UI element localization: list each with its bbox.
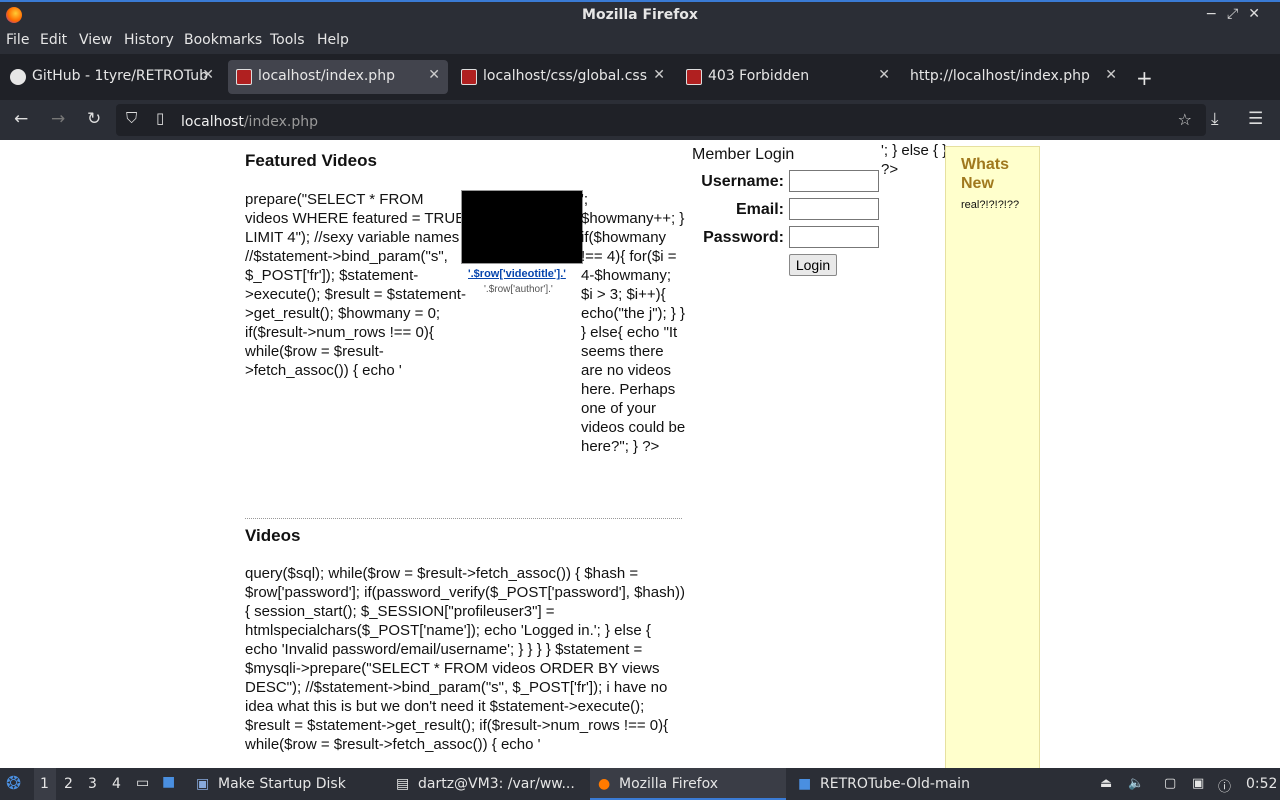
taskbar: ❂ 1 2 3 4 ▭ ■ ▣ Make Startup Disk ▤ dart… xyxy=(0,768,1280,800)
tab-label: localhost/css/global.css xyxy=(483,68,647,84)
menu-file[interactable]: File xyxy=(6,32,29,48)
menu-edit[interactable]: Edit xyxy=(40,32,67,48)
retrotube-icon xyxy=(461,69,477,85)
close-icon[interactable]: ✕ xyxy=(1105,67,1117,83)
reload-icon[interactable]: ↻ xyxy=(87,109,101,129)
workspace-2[interactable]: 2 xyxy=(64,776,73,792)
else-code: '; } else { } ?> xyxy=(881,142,948,178)
video-thumbnail[interactable] xyxy=(461,190,583,264)
navigation-toolbar: ← → ↻ ⛉ ▯ localhost/index.php ☆ ⤓ ☰ xyxy=(0,100,1280,140)
terminal-icon: ▤ xyxy=(396,776,410,792)
password-label: Password: xyxy=(703,229,784,246)
tab-strip: GitHub - 1tyre/RETROTub ✕ localhost/inde… xyxy=(0,54,1280,100)
videos-code: query($sql); while($row = $result->fetch… xyxy=(245,565,685,753)
github-icon xyxy=(10,69,26,85)
workspace-4[interactable]: 4 xyxy=(112,776,121,792)
videos-heading: Videos xyxy=(245,526,301,545)
back-icon[interactable]: ← xyxy=(14,109,28,129)
forward-icon[interactable]: → xyxy=(51,109,65,129)
tab-http-index[interactable]: http://localhost/index.php ✕ xyxy=(880,60,1125,94)
username-label: Username: xyxy=(701,173,784,190)
folder-icon: ■ xyxy=(798,776,812,792)
retrotube-icon xyxy=(686,69,702,85)
taskbar-item-folder[interactable]: RETROTube-Old-main xyxy=(820,776,970,792)
window-controls[interactable]: −⤢✕ xyxy=(1205,6,1270,22)
tab-global-css[interactable]: localhost/css/global.css ✕ xyxy=(453,60,673,94)
username-field[interactable] xyxy=(789,170,879,192)
workspace-1[interactable]: 1 xyxy=(34,768,56,800)
window-title: Mozilla Firefox xyxy=(582,7,698,23)
clock: 0:52 xyxy=(1246,776,1278,792)
file-manager-icon[interactable]: ▭ xyxy=(136,775,149,791)
workspace-3[interactable]: 3 xyxy=(88,776,97,792)
bookmark-star-icon[interactable]: ☆ xyxy=(1178,110,1192,129)
close-icon[interactable]: ✕ xyxy=(653,67,665,83)
hamburger-menu-icon[interactable]: ☰ xyxy=(1248,109,1263,129)
whats-new-panel: Whats New real?!?!?!?? xyxy=(945,146,1040,768)
notification-icon[interactable]: ⓘ xyxy=(1218,776,1231,795)
menu-bookmarks[interactable]: Bookmarks xyxy=(184,32,262,48)
startup-disk-icon: ▣ xyxy=(196,776,210,792)
news-title: Whats New xyxy=(961,156,1009,192)
firefox-icon: ● xyxy=(598,776,611,792)
video-title-link[interactable]: '.$row['videotitle'].' xyxy=(468,268,566,280)
menu-history[interactable]: History xyxy=(124,32,174,48)
new-tab-button[interactable]: + xyxy=(1136,66,1153,90)
page-icon[interactable]: ▯ xyxy=(156,109,164,127)
tab-label: 403 Forbidden xyxy=(708,68,810,84)
login-button[interactable]: Login xyxy=(789,254,837,276)
url-text[interactable]: localhost/index.php xyxy=(181,114,318,130)
close-icon[interactable]: ✕ xyxy=(428,67,440,83)
retrotube-icon xyxy=(236,69,252,85)
clipboard-icon[interactable]: ▢ xyxy=(1164,776,1176,791)
tab-label: GitHub - 1tyre/RETROTub xyxy=(32,68,208,84)
taskbar-item-terminal[interactable]: dartz@VM3: /var/ww... xyxy=(418,776,575,792)
video-author: '.$row['author'].' xyxy=(484,284,553,295)
tab-index-php[interactable]: localhost/index.php ✕ xyxy=(228,60,448,94)
window-icon[interactable]: ■ xyxy=(162,774,175,790)
download-icon[interactable]: ⤓ xyxy=(1211,109,1219,129)
email-field[interactable] xyxy=(789,198,879,220)
menu-tools[interactable]: Tools xyxy=(270,32,305,48)
menu-help[interactable]: Help xyxy=(317,32,349,48)
start-menu-icon[interactable]: ❂ xyxy=(6,773,21,794)
news-body: real?!?!?!?? xyxy=(961,199,1020,211)
email-label: Email: xyxy=(735,201,784,218)
tab-403[interactable]: 403 Forbidden ✕ xyxy=(678,60,898,94)
login-title: Member Login xyxy=(692,146,795,163)
eject-icon[interactable]: ⏏ xyxy=(1100,776,1112,791)
menu-bar: File Edit View History Bookmarks Tools H… xyxy=(0,29,1280,54)
url-bar[interactable]: ⛉ ▯ localhost/index.php ☆ xyxy=(116,104,1206,136)
tab-label: http://localhost/index.php xyxy=(910,68,1090,84)
featured-code-left: prepare("SELECT * FROM videos WHERE feat… xyxy=(245,191,466,379)
taskbar-item-firefox[interactable]: Mozilla Firefox xyxy=(619,776,718,792)
tab-label: localhost/index.php xyxy=(258,68,395,84)
menu-view[interactable]: View xyxy=(79,32,112,48)
window-titlebar: Mozilla Firefox −⤢✕ xyxy=(0,0,1280,29)
taskbar-item-startup-disk[interactable]: Make Startup Disk xyxy=(218,776,346,792)
close-icon[interactable]: ✕ xyxy=(202,67,214,83)
featured-heading: Featured Videos xyxy=(245,151,377,170)
page-content: Featured Videos prepare("SELECT * FROM v… xyxy=(0,140,1280,768)
section-divider xyxy=(245,518,682,519)
volume-icon[interactable]: 🔈 xyxy=(1128,776,1144,791)
tab-github[interactable]: GitHub - 1tyre/RETROTub ✕ xyxy=(2,60,222,94)
network-icon[interactable]: ▣ xyxy=(1192,776,1204,791)
shield-icon[interactable]: ⛉ xyxy=(126,109,137,127)
password-field[interactable] xyxy=(789,226,879,248)
